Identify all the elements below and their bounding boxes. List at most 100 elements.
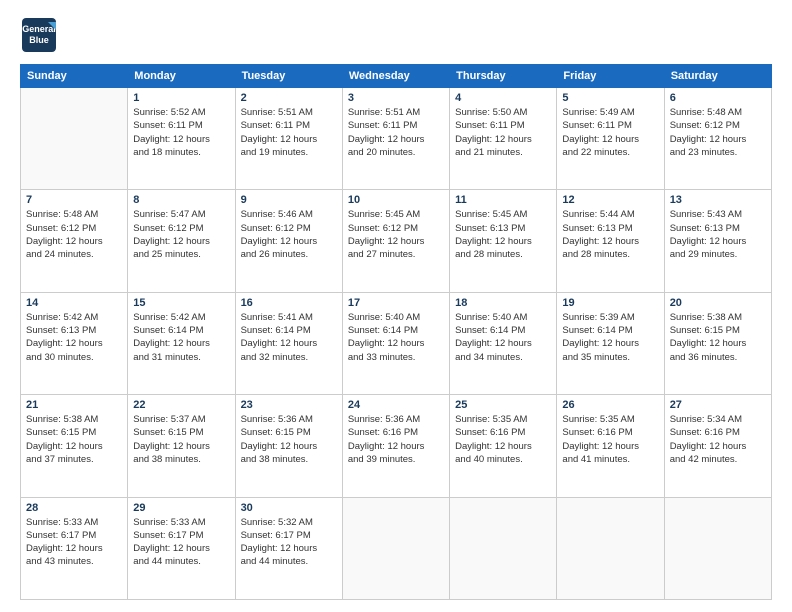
cell-day-number: 27 xyxy=(670,399,766,411)
calendar-week-row: 28 Sunrise: 5:33 AM Sunset: 6:17 PM Dayli… xyxy=(21,497,772,599)
calendar-day-cell: 7 Sunrise: 5:48 AM Sunset: 6:12 PM Daylig… xyxy=(21,190,128,292)
cell-info-text: Sunrise: 5:47 AM Sunset: 6:12 PM Dayligh… xyxy=(133,208,229,261)
weekday-header-saturday: Saturday xyxy=(664,65,771,88)
cell-info-text: Sunrise: 5:50 AM Sunset: 6:11 PM Dayligh… xyxy=(455,106,551,159)
calendar-week-row: 7 Sunrise: 5:48 AM Sunset: 6:12 PM Daylig… xyxy=(21,190,772,292)
cell-info-text: Sunrise: 5:35 AM Sunset: 6:16 PM Dayligh… xyxy=(455,413,551,466)
cell-day-number: 8 xyxy=(133,194,229,206)
logo-icon: General Blue xyxy=(20,16,58,54)
page: General Blue SundayMondayTuesdayWednesda… xyxy=(0,0,792,612)
cell-day-number: 16 xyxy=(241,297,337,309)
cell-day-number: 7 xyxy=(26,194,122,206)
cell-day-number: 30 xyxy=(241,502,337,514)
calendar-day-cell: 21 Sunrise: 5:38 AM Sunset: 6:15 PM Dayli… xyxy=(21,395,128,497)
cell-day-number: 24 xyxy=(348,399,444,411)
weekday-header-tuesday: Tuesday xyxy=(235,65,342,88)
cell-info-text: Sunrise: 5:40 AM Sunset: 6:14 PM Dayligh… xyxy=(455,311,551,364)
calendar-header-row: SundayMondayTuesdayWednesdayThursdayFrid… xyxy=(21,65,772,88)
calendar-day-cell: 19 Sunrise: 5:39 AM Sunset: 6:14 PM Dayli… xyxy=(557,292,664,394)
cell-day-number: 6 xyxy=(670,92,766,104)
cell-info-text: Sunrise: 5:49 AM Sunset: 6:11 PM Dayligh… xyxy=(562,106,658,159)
cell-info-text: Sunrise: 5:38 AM Sunset: 6:15 PM Dayligh… xyxy=(26,413,122,466)
cell-info-text: Sunrise: 5:45 AM Sunset: 6:12 PM Dayligh… xyxy=(348,208,444,261)
cell-info-text: Sunrise: 5:32 AM Sunset: 6:17 PM Dayligh… xyxy=(241,516,337,569)
cell-info-text: Sunrise: 5:51 AM Sunset: 6:11 PM Dayligh… xyxy=(241,106,337,159)
calendar-day-cell: 4 Sunrise: 5:50 AM Sunset: 6:11 PM Daylig… xyxy=(450,88,557,190)
cell-info-text: Sunrise: 5:44 AM Sunset: 6:13 PM Dayligh… xyxy=(562,208,658,261)
weekday-header-friday: Friday xyxy=(557,65,664,88)
cell-day-number: 28 xyxy=(26,502,122,514)
calendar-day-cell: 2Sunrise: 5:51 AM Sunset: 6:11 PM Daylig… xyxy=(235,88,342,190)
cell-day-number: 13 xyxy=(670,194,766,206)
cell-info-text: Sunrise: 5:34 AM Sunset: 6:16 PM Dayligh… xyxy=(670,413,766,466)
calendar-day-cell: 12Sunrise: 5:44 AM Sunset: 6:13 PM Dayli… xyxy=(557,190,664,292)
calendar-day-cell: 9Sunrise: 5:46 AM Sunset: 6:12 PM Daylig… xyxy=(235,190,342,292)
calendar-day-cell: 20 Sunrise: 5:38 AM Sunset: 6:15 PM Dayli… xyxy=(664,292,771,394)
header: General Blue xyxy=(20,16,772,54)
cell-info-text: Sunrise: 5:51 AM Sunset: 6:11 PM Dayligh… xyxy=(348,106,444,159)
calendar-day-cell: 18 Sunrise: 5:40 AM Sunset: 6:14 PM Dayli… xyxy=(450,292,557,394)
cell-info-text: Sunrise: 5:33 AM Sunset: 6:17 PM Dayligh… xyxy=(26,516,122,569)
calendar-day-cell: 22Sunrise: 5:37 AM Sunset: 6:15 PM Dayli… xyxy=(128,395,235,497)
calendar-day-cell: 8 Sunrise: 5:47 AM Sunset: 6:12 PM Daylig… xyxy=(128,190,235,292)
cell-day-number: 21 xyxy=(26,399,122,411)
weekday-header-wednesday: Wednesday xyxy=(342,65,449,88)
cell-info-text: Sunrise: 5:33 AM Sunset: 6:17 PM Dayligh… xyxy=(133,516,229,569)
cell-day-number: 20 xyxy=(670,297,766,309)
cell-info-text: Sunrise: 5:41 AM Sunset: 6:14 PM Dayligh… xyxy=(241,311,337,364)
cell-info-text: Sunrise: 5:48 AM Sunset: 6:12 PM Dayligh… xyxy=(26,208,122,261)
cell-info-text: Sunrise: 5:38 AM Sunset: 6:15 PM Dayligh… xyxy=(670,311,766,364)
logo-wrapper: General Blue xyxy=(20,16,58,54)
cell-day-number: 26 xyxy=(562,399,658,411)
cell-info-text: Sunrise: 5:52 AM Sunset: 6:11 PM Dayligh… xyxy=(133,106,229,159)
calendar-day-cell: 17Sunrise: 5:40 AM Sunset: 6:14 PM Dayli… xyxy=(342,292,449,394)
calendar-day-cell: 30 Sunrise: 5:32 AM Sunset: 6:17 PM Dayli… xyxy=(235,497,342,599)
calendar-day-cell: 10 Sunrise: 5:45 AM Sunset: 6:12 PM Dayli… xyxy=(342,190,449,292)
cell-info-text: Sunrise: 5:42 AM Sunset: 6:13 PM Dayligh… xyxy=(26,311,122,364)
svg-text:General: General xyxy=(22,24,56,34)
svg-text:Blue: Blue xyxy=(29,35,49,45)
calendar-empty-cell xyxy=(342,497,449,599)
cell-day-number: 19 xyxy=(562,297,658,309)
cell-day-number: 29 xyxy=(133,502,229,514)
calendar-day-cell: 13 Sunrise: 5:43 AM Sunset: 6:13 PM Dayli… xyxy=(664,190,771,292)
cell-info-text: Sunrise: 5:42 AM Sunset: 6:14 PM Dayligh… xyxy=(133,311,229,364)
cell-day-number: 10 xyxy=(348,194,444,206)
cell-info-text: Sunrise: 5:36 AM Sunset: 6:15 PM Dayligh… xyxy=(241,413,337,466)
calendar-week-row: 21 Sunrise: 5:38 AM Sunset: 6:15 PM Dayli… xyxy=(21,395,772,497)
cell-info-text: Sunrise: 5:40 AM Sunset: 6:14 PM Dayligh… xyxy=(348,311,444,364)
cell-info-text: Sunrise: 5:35 AM Sunset: 6:16 PM Dayligh… xyxy=(562,413,658,466)
cell-day-number: 23 xyxy=(241,399,337,411)
calendar-day-cell: 24 Sunrise: 5:36 AM Sunset: 6:16 PM Dayli… xyxy=(342,395,449,497)
cell-day-number: 4 xyxy=(455,92,551,104)
cell-info-text: Sunrise: 5:39 AM Sunset: 6:14 PM Dayligh… xyxy=(562,311,658,364)
cell-info-text: Sunrise: 5:48 AM Sunset: 6:12 PM Dayligh… xyxy=(670,106,766,159)
calendar-day-cell: 6 Sunrise: 5:48 AM Sunset: 6:12 PM Daylig… xyxy=(664,88,771,190)
cell-day-number: 3 xyxy=(348,92,444,104)
cell-info-text: Sunrise: 5:36 AM Sunset: 6:16 PM Dayligh… xyxy=(348,413,444,466)
cell-info-text: Sunrise: 5:46 AM Sunset: 6:12 PM Dayligh… xyxy=(241,208,337,261)
weekday-header-sunday: Sunday xyxy=(21,65,128,88)
calendar-week-row: 14 Sunrise: 5:42 AM Sunset: 6:13 PM Dayli… xyxy=(21,292,772,394)
cell-day-number: 22 xyxy=(133,399,229,411)
cell-day-number: 25 xyxy=(455,399,551,411)
calendar-day-cell: 3 Sunrise: 5:51 AM Sunset: 6:11 PM Daylig… xyxy=(342,88,449,190)
calendar-empty-cell xyxy=(21,88,128,190)
cell-info-text: Sunrise: 5:43 AM Sunset: 6:13 PM Dayligh… xyxy=(670,208,766,261)
cell-day-number: 1 xyxy=(133,92,229,104)
cell-day-number: 14 xyxy=(26,297,122,309)
calendar-empty-cell xyxy=(664,497,771,599)
calendar-day-cell: 27 Sunrise: 5:34 AM Sunset: 6:16 PM Dayli… xyxy=(664,395,771,497)
calendar-day-cell: 15Sunrise: 5:42 AM Sunset: 6:14 PM Dayli… xyxy=(128,292,235,394)
calendar-table: SundayMondayTuesdayWednesdayThursdayFrid… xyxy=(20,64,772,600)
calendar-day-cell: 1 Sunrise: 5:52 AM Sunset: 6:11 PM Daylig… xyxy=(128,88,235,190)
calendar-day-cell: 11Sunrise: 5:45 AM Sunset: 6:13 PM Dayli… xyxy=(450,190,557,292)
calendar-day-cell: 25 Sunrise: 5:35 AM Sunset: 6:16 PM Dayli… xyxy=(450,395,557,497)
calendar-day-cell: 5Sunrise: 5:49 AM Sunset: 6:11 PM Daylig… xyxy=(557,88,664,190)
cell-info-text: Sunrise: 5:45 AM Sunset: 6:13 PM Dayligh… xyxy=(455,208,551,261)
weekday-header-thursday: Thursday xyxy=(450,65,557,88)
cell-day-number: 18 xyxy=(455,297,551,309)
calendar-day-cell: 23 Sunrise: 5:36 AM Sunset: 6:15 PM Dayli… xyxy=(235,395,342,497)
calendar-day-cell: 29 Sunrise: 5:33 AM Sunset: 6:17 PM Dayli… xyxy=(128,497,235,599)
calendar-empty-cell xyxy=(450,497,557,599)
